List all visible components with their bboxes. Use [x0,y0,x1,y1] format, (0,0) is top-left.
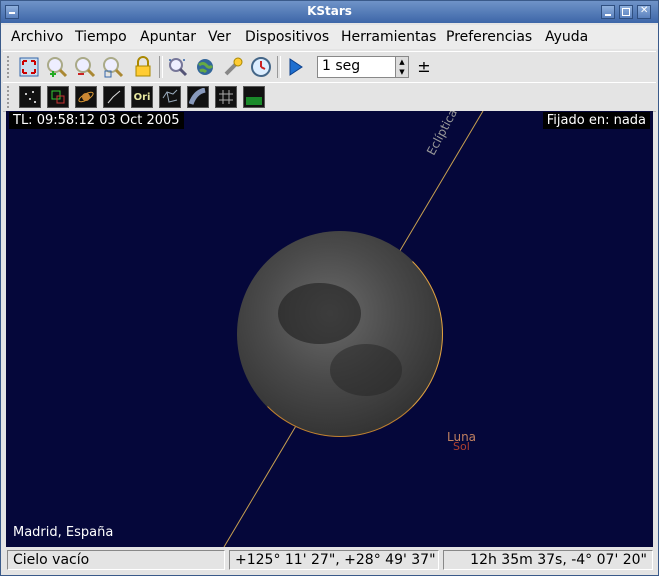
zoom-fit-icon[interactable] [17,55,41,79]
menu-ver[interactable]: Ver [208,29,231,45]
toolbar-grip[interactable] [7,56,13,78]
title-bar[interactable]: KStars [1,1,658,23]
menu-archivo[interactable]: Archivo [11,29,63,45]
menu-herramientas[interactable]: Herramientas [341,29,436,45]
stars-icon[interactable] [19,86,41,108]
menu-dispositivos[interactable]: Dispositivos [245,29,329,45]
toolbar-separator [277,56,281,78]
menu-tiempo[interactable]: Tiempo [75,29,127,45]
constellation-lines-icon[interactable] [103,86,125,108]
lock-icon[interactable] [131,55,155,79]
close-button[interactable] [637,5,651,19]
time-step-value: 1 seg [322,58,361,74]
zoom-out-icon[interactable] [73,55,97,79]
object-label-sol[interactable]: Sol [453,440,470,453]
sky-map[interactable]: Eclíptica Luna Sol TL: 09:58:12 03 Oct 2… [6,111,653,547]
coordinate-grid-icon[interactable] [215,86,237,108]
focus-readout: Fijado en: nada [542,112,650,129]
status-altaz: +125° 11' 27", +28° 49' 37" [229,550,439,570]
maximize-button[interactable] [619,5,633,19]
view-toolbar: Ori [3,82,656,112]
spin-arrows[interactable]: ▲ ▼ [395,57,408,77]
tools-icon[interactable] [221,55,245,79]
zoom-in-icon[interactable] [45,55,69,79]
play-icon[interactable] [283,55,307,79]
main-toolbar: 1 seg ▲ ▼ ± [3,51,656,83]
zoom-default-icon[interactable] [101,55,125,79]
minimize-button[interactable] [601,5,615,19]
find-object-icon[interactable] [165,55,189,79]
milky-way-icon[interactable] [187,86,209,108]
horizon-icon[interactable] [243,86,265,108]
window-title: KStars [307,4,352,18]
constellation-boundaries-icon[interactable] [159,86,181,108]
moon-rim [237,231,443,437]
plus-minus-icon: ± [417,57,431,76]
time-step-unit-toggle[interactable]: ± [413,56,435,78]
status-bar: Cielo vacío +125° 11' 27", +28° 49' 37" … [3,548,656,572]
menu-apuntar[interactable]: Apuntar [140,29,196,45]
toolbar-separator [159,56,163,78]
menu-ayuda[interactable]: Ayuda [545,29,588,45]
time-step-spinbox[interactable]: 1 seg ▲ ▼ [317,56,409,78]
location-readout: Madrid, España [13,525,114,540]
constellation-names-icon[interactable]: Ori [131,86,153,108]
menu-preferencias[interactable]: Preferencias [446,29,532,45]
menu-bar: Archivo Tiempo Apuntar Ver Dispositivos … [1,25,658,49]
status-focus: Cielo vacío [7,550,225,570]
ori-label: Ori [133,91,151,103]
kstars-window: KStars Archivo Tiempo Apuntar Ver Dispos… [0,0,659,576]
clock-icon[interactable] [249,55,273,79]
globe-icon[interactable] [193,55,217,79]
deep-sky-icon[interactable] [47,86,69,108]
status-radec: 12h 35m 37s, -4° 07' 20" [443,550,653,570]
solar-system-icon[interactable] [75,86,97,108]
local-time-readout: TL: 09:58:12 03 Oct 2005 [9,112,184,129]
toolbar-grip[interactable] [7,86,13,108]
